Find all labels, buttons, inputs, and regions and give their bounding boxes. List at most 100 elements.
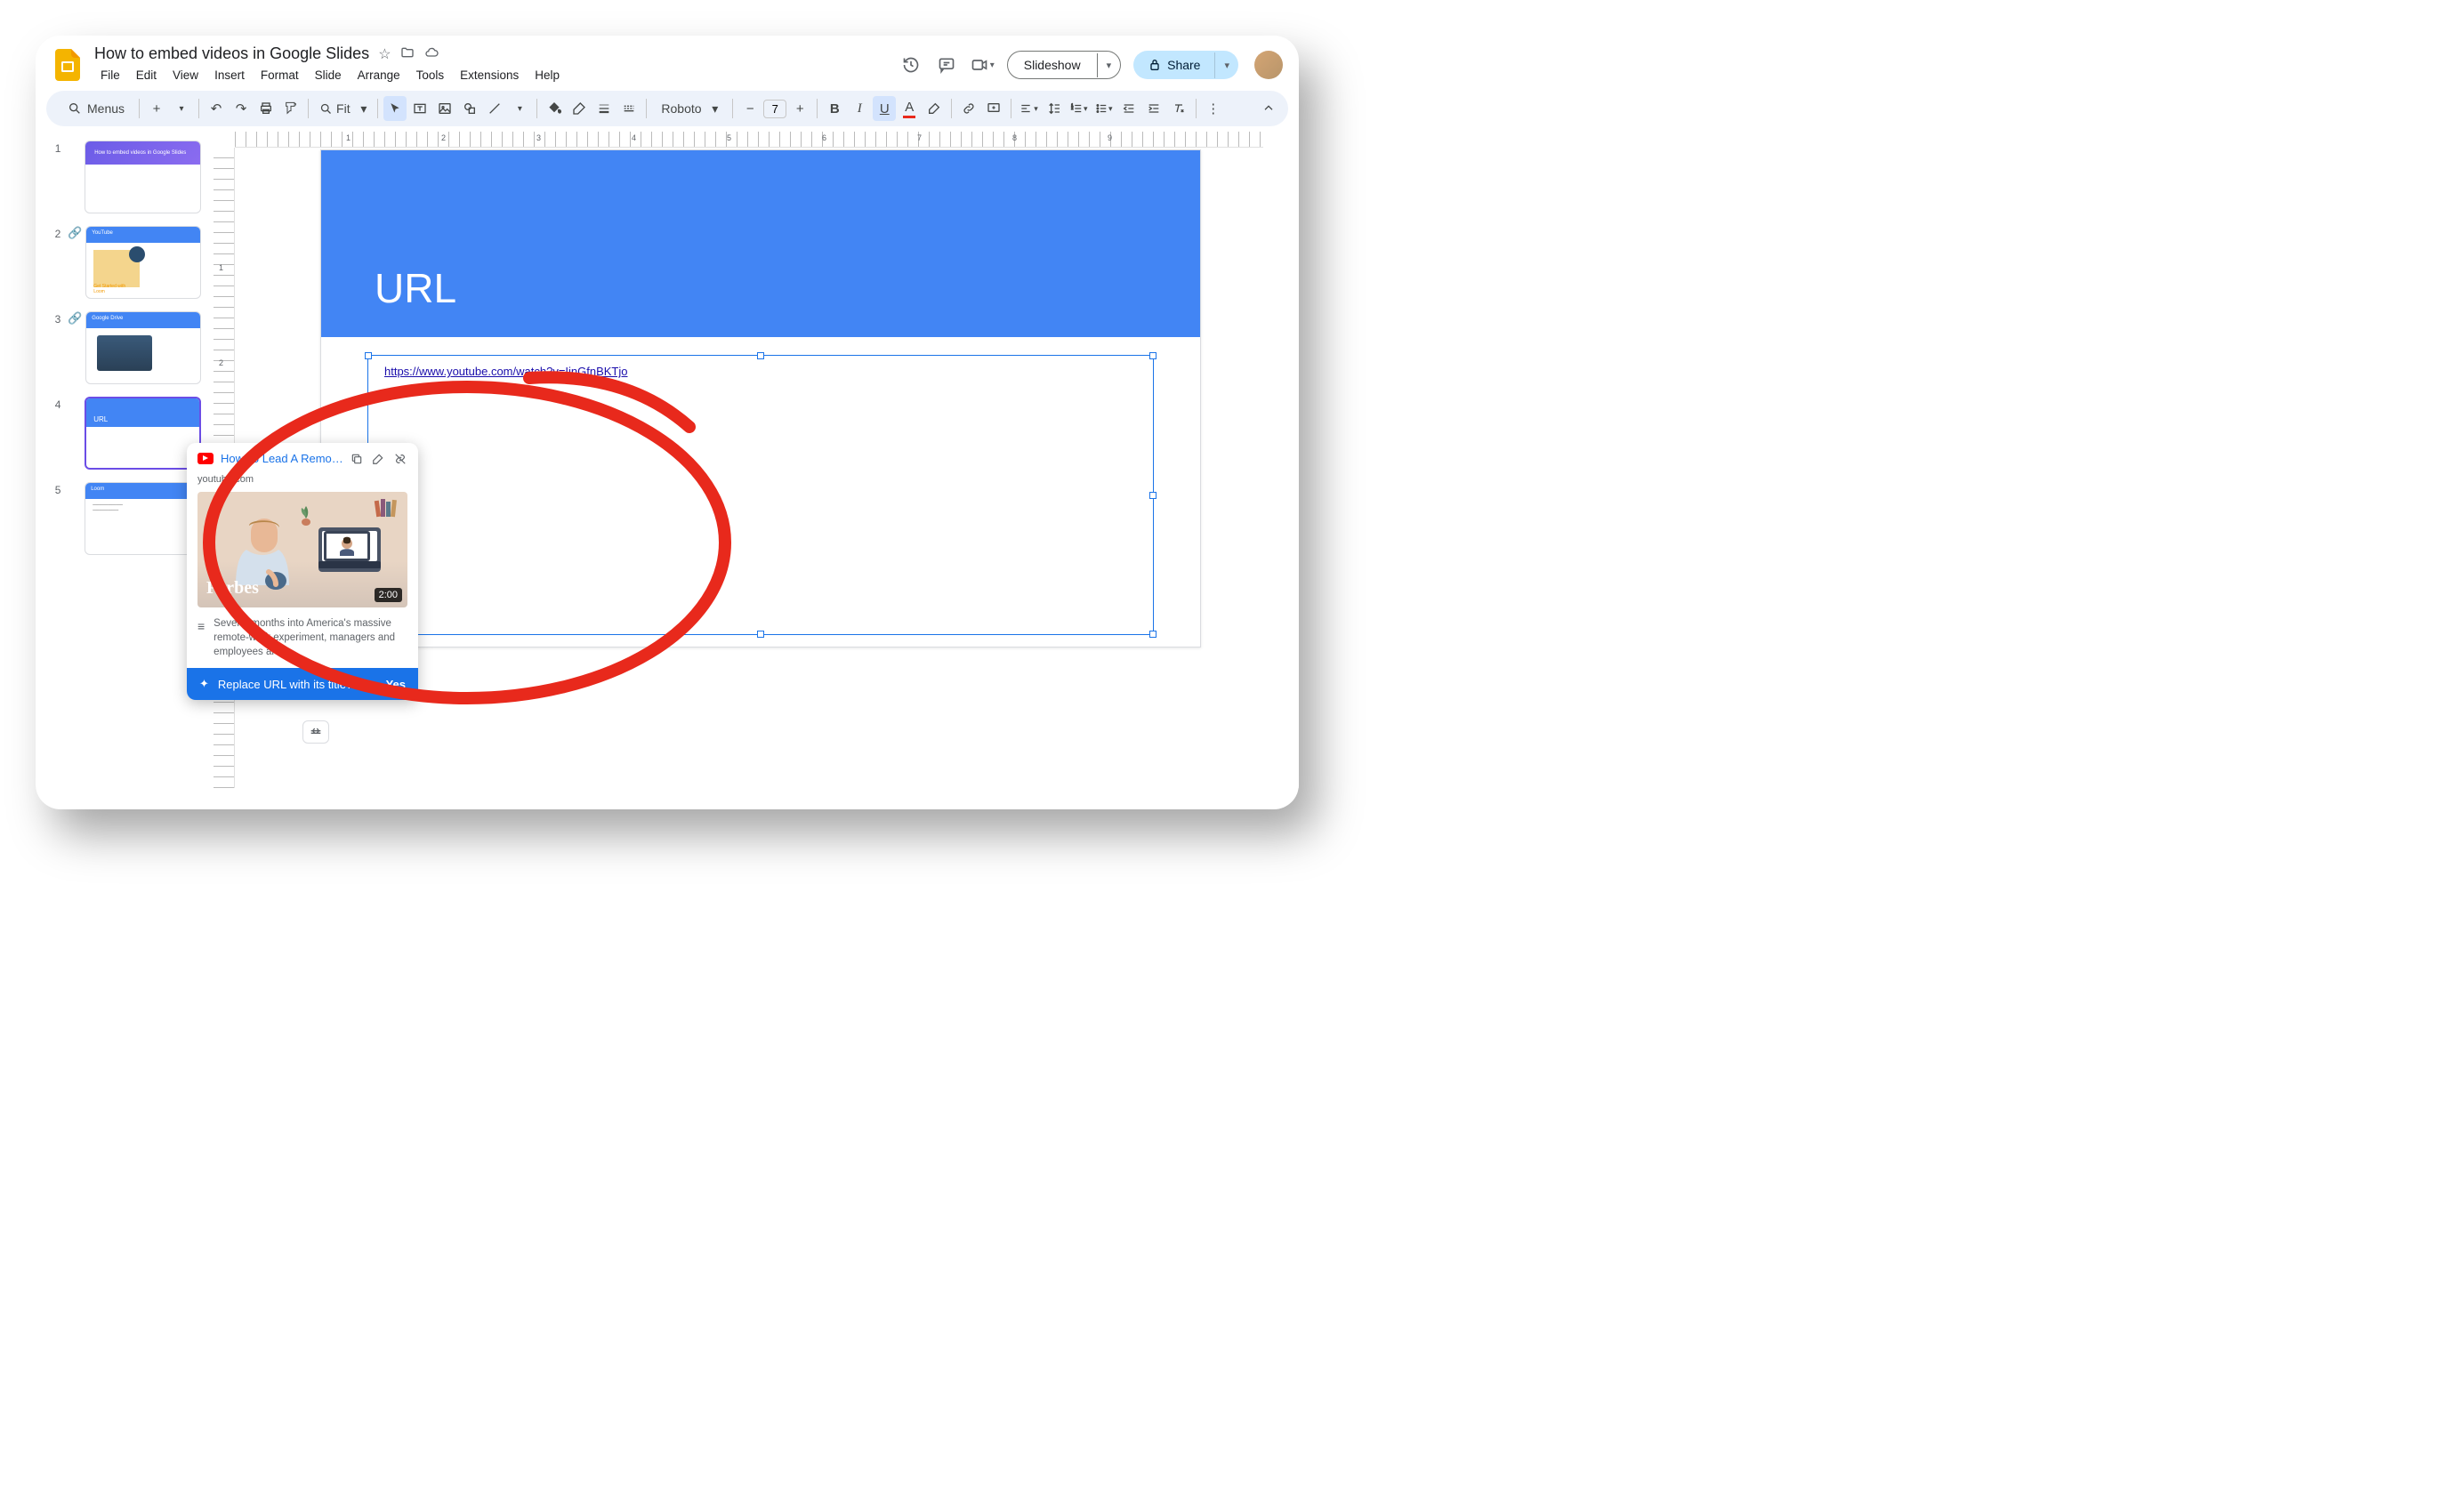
body-textbox[interactable]: https://www.youtube.com/watch?v=IinGfnBK…	[367, 355, 1154, 635]
slide-thumbnail-4[interactable]: URL	[85, 397, 201, 470]
underline-button[interactable]: U	[873, 96, 896, 121]
line-tool[interactable]	[483, 96, 506, 121]
font-size-decrease[interactable]: −	[738, 96, 762, 121]
link-card-action-bar: ✦ Replace URL with its title? Yes	[187, 668, 418, 700]
slide-thumbnail-1[interactable]: How to embed videos in Google Slides	[85, 141, 201, 213]
slide-thumbnail-5[interactable]: Loom ━━━━━━━━━━━━━━━━━━━━━━━━━━	[85, 482, 201, 555]
resize-handle[interactable]	[757, 631, 764, 638]
resize-handle[interactable]	[1149, 492, 1156, 499]
url-link-text[interactable]: https://www.youtube.com/watch?v=IinGfnBK…	[384, 365, 628, 378]
image-tool[interactable]	[433, 96, 456, 121]
select-tool[interactable]	[383, 96, 407, 121]
menu-view[interactable]: View	[166, 65, 205, 85]
font-size-input[interactable]: 7	[763, 100, 786, 118]
slideshow-dropdown[interactable]: ▾	[1097, 53, 1121, 77]
redo-button[interactable]: ↷	[230, 96, 253, 121]
thumb-number: 4	[48, 397, 60, 470]
move-folder-icon[interactable]	[400, 45, 415, 63]
edit-link-icon[interactable]	[372, 453, 384, 465]
star-icon[interactable]: ☆	[378, 45, 391, 63]
link-icon: 🔗	[68, 311, 78, 384]
font-size-increase[interactable]: +	[788, 96, 811, 121]
remove-link-icon[interactable]	[393, 453, 407, 465]
history-icon[interactable]	[899, 53, 923, 76]
slide-thumbnail-3[interactable]: Google Drive	[85, 311, 201, 384]
textbox-tool[interactable]	[408, 96, 431, 121]
increase-indent-button[interactable]	[1142, 96, 1165, 121]
new-slide-button[interactable]: +	[145, 96, 168, 121]
resize-handle[interactable]	[365, 352, 372, 359]
slideshow-button-group: Slideshow ▾	[1007, 51, 1121, 79]
share-button-group: Share ▾	[1133, 51, 1238, 79]
line-spacing-button[interactable]	[1043, 96, 1066, 121]
decrease-indent-button[interactable]	[1117, 96, 1140, 121]
slide-title[interactable]: URL	[375, 264, 456, 312]
link-card-domain: youtube.com	[187, 474, 418, 492]
menu-format[interactable]: Format	[254, 65, 305, 85]
meet-button[interactable]: ▾	[971, 56, 995, 74]
collapse-toolbar-button[interactable]	[1261, 101, 1276, 116]
paint-format-button[interactable]	[279, 96, 302, 121]
link-card-thumbnail[interactable]: Forbes 2:00	[197, 492, 407, 607]
align-button[interactable]: ▾	[1017, 96, 1041, 121]
document-title[interactable]: How to embed videos in Google Slides	[94, 44, 369, 63]
highlight-button[interactable]	[923, 96, 946, 121]
font-selector[interactable]: Roboto ▾	[652, 101, 727, 117]
menu-help[interactable]: Help	[528, 65, 566, 85]
new-slide-dropdown[interactable]: ▾	[170, 96, 193, 121]
thumb-number: 3	[48, 311, 60, 384]
action-yes-button[interactable]: Yes	[386, 678, 406, 691]
menu-arrange[interactable]: Arrange	[351, 65, 407, 85]
menu-file[interactable]: File	[94, 65, 126, 85]
slide-canvas[interactable]: URL https://www.youtube.com/watch?v=IinG…	[320, 149, 1201, 647]
menu-slide[interactable]: Slide	[309, 65, 348, 85]
undo-button[interactable]: ↶	[205, 96, 228, 121]
thumb-number: 2	[48, 226, 60, 299]
slide-title-area: URL	[321, 150, 1200, 337]
laptop-illustration	[318, 527, 381, 572]
resize-handle[interactable]	[1149, 631, 1156, 638]
resize-handle[interactable]	[757, 352, 764, 359]
border-color-button[interactable]	[568, 96, 591, 121]
menu-edit[interactable]: Edit	[130, 65, 163, 85]
share-dropdown[interactable]: ▾	[1214, 52, 1238, 78]
thumb-number: 1	[48, 141, 60, 213]
fill-color-button[interactable]	[543, 96, 566, 121]
menu-insert[interactable]: Insert	[208, 65, 251, 85]
bold-button[interactable]: B	[823, 96, 846, 121]
share-button[interactable]: Share	[1133, 51, 1214, 79]
insert-comment-button[interactable]	[982, 96, 1005, 121]
numbered-list-button[interactable]: 12▾	[1068, 96, 1091, 121]
insert-link-button[interactable]	[957, 96, 980, 121]
link-card-title[interactable]: How To Lead A Remote Te…	[221, 452, 343, 465]
speaker-notes-toggle[interactable]	[302, 720, 329, 744]
cloud-status-icon[interactable]	[423, 45, 439, 63]
comments-icon[interactable]	[935, 53, 958, 76]
menu-bar: File Edit View Insert Format Slide Arran…	[94, 65, 889, 85]
app-window: How to embed videos in Google Slides ☆ F…	[36, 36, 1299, 809]
print-button[interactable]	[254, 96, 278, 121]
clear-formatting-button[interactable]	[1167, 96, 1190, 121]
slide-thumbnail-2[interactable]: YouTube Get Started withLoom	[85, 226, 201, 299]
text-color-button[interactable]: A	[898, 96, 921, 121]
svg-text:2: 2	[1071, 106, 1074, 110]
slides-logo-icon[interactable]	[52, 49, 84, 81]
line-dropdown[interactable]: ▾	[508, 96, 531, 121]
account-avatar[interactable]	[1254, 51, 1283, 79]
slideshow-button[interactable]: Slideshow	[1008, 52, 1097, 78]
link-icon: 🔗	[68, 226, 78, 299]
copy-link-icon[interactable]	[351, 453, 363, 465]
thumb-number: 5	[48, 482, 60, 555]
menu-tools[interactable]: Tools	[410, 65, 451, 85]
zoom-control[interactable]: Fit ▾	[314, 101, 372, 117]
search-menus[interactable]: Menus	[59, 98, 133, 119]
menu-extensions[interactable]: Extensions	[454, 65, 525, 85]
shape-tool[interactable]	[458, 96, 481, 121]
resize-handle[interactable]	[1149, 352, 1156, 359]
bulleted-list-button[interactable]: ▾	[1092, 96, 1116, 121]
border-weight-button[interactable]	[592, 96, 616, 121]
italic-button[interactable]: I	[848, 96, 871, 121]
more-options-button[interactable]: ⋮	[1202, 96, 1225, 121]
border-dash-button[interactable]	[617, 96, 641, 121]
horizontal-ruler: 1 2 3 4 5 6 7 8 9	[235, 132, 1263, 148]
